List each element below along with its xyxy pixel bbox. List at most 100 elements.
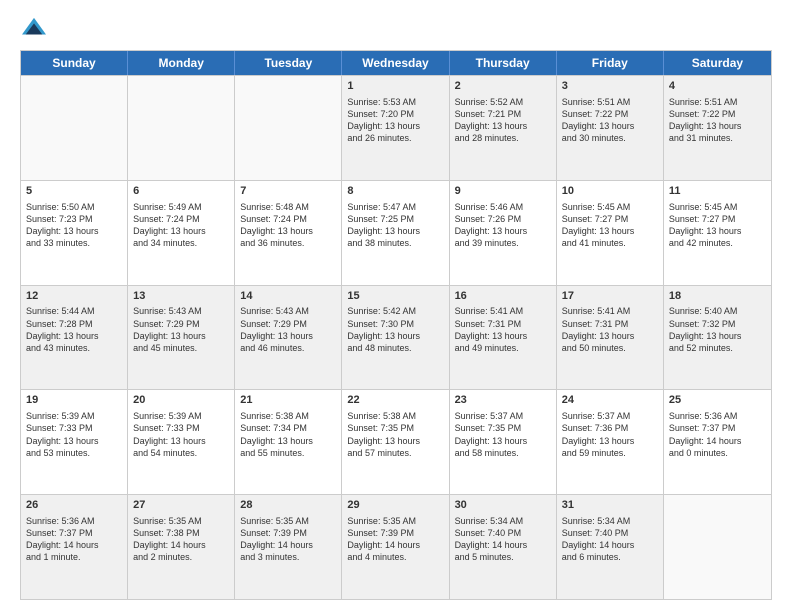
calendar-cell: 18Sunrise: 5:40 AM Sunset: 7:32 PM Dayli… [664, 286, 771, 390]
day-number: 15 [347, 289, 443, 304]
calendar-cell: 16Sunrise: 5:41 AM Sunset: 7:31 PM Dayli… [450, 286, 557, 390]
day-info: Sunrise: 5:47 AM Sunset: 7:25 PM Dayligh… [347, 201, 443, 250]
day-number: 12 [26, 289, 122, 304]
calendar-week-5: 26 Sunrise: 5:36 AM Sunset: 7:37 PM Dayli… [21, 494, 771, 599]
calendar-cell: 4 Sunrise: 5:51 AM Sunset: 7:22 PM Daylig… [664, 76, 771, 180]
day-number: 1 [347, 79, 443, 94]
calendar-cell [664, 495, 771, 599]
day-info: Sunrise: 5:37 AM Sunset: 7:35 PM Dayligh… [455, 410, 551, 459]
day-info: Sunrise: 5:50 AM Sunset: 7:23 PM Dayligh… [26, 201, 122, 250]
logo [20, 16, 52, 40]
day-info: Sunrise: 5:51 AM Sunset: 7:22 PM Dayligh… [562, 96, 658, 145]
day-number: 14 [240, 289, 336, 304]
calendar-cell: 2 Sunrise: 5:52 AM Sunset: 7:21 PM Daylig… [450, 76, 557, 180]
calendar-cell: 14Sunrise: 5:43 AM Sunset: 7:29 PM Dayli… [235, 286, 342, 390]
calendar-cell: 19 Sunrise: 5:39 AM Sunset: 7:33 PM Dayli… [21, 390, 128, 494]
day-number: 9 [455, 184, 551, 199]
day-number: 22 [347, 393, 443, 408]
day-info: Sunrise: 5:37 AM Sunset: 7:36 PM Dayligh… [562, 410, 658, 459]
calendar-header: SundayMondayTuesdayWednesdayThursdayFrid… [21, 51, 771, 75]
calendar-cell: 17Sunrise: 5:41 AM Sunset: 7:31 PM Dayli… [557, 286, 664, 390]
calendar-body: 1Sunrise: 5:53 AM Sunset: 7:20 PM Daylig… [21, 75, 771, 599]
day-info: Sunrise: 5:36 AM Sunset: 7:37 PM Dayligh… [669, 410, 766, 459]
weekday-header-tuesday: Tuesday [235, 51, 342, 75]
calendar-cell: 9 Sunrise: 5:46 AM Sunset: 7:26 PM Daylig… [450, 181, 557, 285]
calendar-cell: 26 Sunrise: 5:36 AM Sunset: 7:37 PM Dayli… [21, 495, 128, 599]
day-info: Sunrise: 5:38 AM Sunset: 7:34 PM Dayligh… [240, 410, 336, 459]
day-info: Sunrise: 5:49 AM Sunset: 7:24 PM Dayligh… [133, 201, 229, 250]
day-number: 29 [347, 498, 443, 513]
day-number: 20 [133, 393, 229, 408]
calendar-cell: 1Sunrise: 5:53 AM Sunset: 7:20 PM Daylig… [342, 76, 449, 180]
calendar-cell [235, 76, 342, 180]
day-info: Sunrise: 5:43 AM Sunset: 7:29 PM Dayligh… [240, 305, 336, 354]
calendar-cell: 31Sunrise: 5:34 AM Sunset: 7:40 PM Dayli… [557, 495, 664, 599]
calendar-cell: 8Sunrise: 5:47 AM Sunset: 7:25 PM Daylig… [342, 181, 449, 285]
day-number: 3 [562, 79, 658, 94]
calendar-cell: 7Sunrise: 5:48 AM Sunset: 7:24 PM Daylig… [235, 181, 342, 285]
day-info: Sunrise: 5:39 AM Sunset: 7:33 PM Dayligh… [133, 410, 229, 459]
day-info: Sunrise: 5:34 AM Sunset: 7:40 PM Dayligh… [562, 515, 658, 564]
header [20, 16, 772, 40]
day-number: 25 [669, 393, 766, 408]
day-number: 4 [669, 79, 766, 94]
day-info: Sunrise: 5:44 AM Sunset: 7:28 PM Dayligh… [26, 305, 122, 354]
weekday-header-monday: Monday [128, 51, 235, 75]
day-number: 16 [455, 289, 551, 304]
day-number: 2 [455, 79, 551, 94]
day-info: Sunrise: 5:46 AM Sunset: 7:26 PM Dayligh… [455, 201, 551, 250]
weekday-header-sunday: Sunday [21, 51, 128, 75]
day-number: 19 [26, 393, 122, 408]
weekday-header-thursday: Thursday [450, 51, 557, 75]
day-info: Sunrise: 5:48 AM Sunset: 7:24 PM Dayligh… [240, 201, 336, 250]
calendar-cell: 21 Sunrise: 5:38 AM Sunset: 7:34 PM Dayli… [235, 390, 342, 494]
day-info: Sunrise: 5:35 AM Sunset: 7:38 PM Dayligh… [133, 515, 229, 564]
calendar-week-4: 19 Sunrise: 5:39 AM Sunset: 7:33 PM Dayli… [21, 389, 771, 494]
day-info: Sunrise: 5:40 AM Sunset: 7:32 PM Dayligh… [669, 305, 766, 354]
day-number: 6 [133, 184, 229, 199]
weekday-header-saturday: Saturday [664, 51, 771, 75]
calendar-week-2: 5 Sunrise: 5:50 AM Sunset: 7:23 PM Daylig… [21, 180, 771, 285]
calendar-cell: 11 Sunrise: 5:45 AM Sunset: 7:27 PM Dayli… [664, 181, 771, 285]
calendar-cell: 10 Sunrise: 5:45 AM Sunset: 7:27 PM Dayli… [557, 181, 664, 285]
weekday-header-wednesday: Wednesday [342, 51, 449, 75]
calendar-week-3: 12Sunrise: 5:44 AM Sunset: 7:28 PM Dayli… [21, 285, 771, 390]
day-info: Sunrise: 5:45 AM Sunset: 7:27 PM Dayligh… [669, 201, 766, 250]
day-info: Sunrise: 5:39 AM Sunset: 7:33 PM Dayligh… [26, 410, 122, 459]
day-number: 26 [26, 498, 122, 513]
calendar-cell: 12Sunrise: 5:44 AM Sunset: 7:28 PM Dayli… [21, 286, 128, 390]
calendar-cell: 24Sunrise: 5:37 AM Sunset: 7:36 PM Dayli… [557, 390, 664, 494]
day-number: 28 [240, 498, 336, 513]
day-info: Sunrise: 5:38 AM Sunset: 7:35 PM Dayligh… [347, 410, 443, 459]
day-number: 10 [562, 184, 658, 199]
calendar-week-1: 1Sunrise: 5:53 AM Sunset: 7:20 PM Daylig… [21, 75, 771, 180]
calendar-cell: 13Sunrise: 5:43 AM Sunset: 7:29 PM Dayli… [128, 286, 235, 390]
calendar-cell: 22 Sunrise: 5:38 AM Sunset: 7:35 PM Dayli… [342, 390, 449, 494]
day-info: Sunrise: 5:34 AM Sunset: 7:40 PM Dayligh… [455, 515, 551, 564]
day-number: 17 [562, 289, 658, 304]
day-number: 21 [240, 393, 336, 408]
day-number: 13 [133, 289, 229, 304]
calendar-cell: 27Sunrise: 5:35 AM Sunset: 7:38 PM Dayli… [128, 495, 235, 599]
calendar-cell: 3 Sunrise: 5:51 AM Sunset: 7:22 PM Daylig… [557, 76, 664, 180]
day-info: Sunrise: 5:42 AM Sunset: 7:30 PM Dayligh… [347, 305, 443, 354]
weekday-header-friday: Friday [557, 51, 664, 75]
day-number: 5 [26, 184, 122, 199]
day-info: Sunrise: 5:35 AM Sunset: 7:39 PM Dayligh… [240, 515, 336, 564]
day-info: Sunrise: 5:36 AM Sunset: 7:37 PM Dayligh… [26, 515, 122, 564]
day-info: Sunrise: 5:51 AM Sunset: 7:22 PM Dayligh… [669, 96, 766, 145]
calendar: SundayMondayTuesdayWednesdayThursdayFrid… [20, 50, 772, 600]
calendar-cell: 25 Sunrise: 5:36 AM Sunset: 7:37 PM Dayli… [664, 390, 771, 494]
calendar-cell: 15Sunrise: 5:42 AM Sunset: 7:30 PM Dayli… [342, 286, 449, 390]
logo-icon [20, 16, 48, 40]
calendar-cell: 29Sunrise: 5:35 AM Sunset: 7:39 PM Dayli… [342, 495, 449, 599]
day-info: Sunrise: 5:45 AM Sunset: 7:27 PM Dayligh… [562, 201, 658, 250]
day-info: Sunrise: 5:52 AM Sunset: 7:21 PM Dayligh… [455, 96, 551, 145]
day-info: Sunrise: 5:41 AM Sunset: 7:31 PM Dayligh… [455, 305, 551, 354]
day-info: Sunrise: 5:41 AM Sunset: 7:31 PM Dayligh… [562, 305, 658, 354]
day-info: Sunrise: 5:43 AM Sunset: 7:29 PM Dayligh… [133, 305, 229, 354]
calendar-cell: 6 Sunrise: 5:49 AM Sunset: 7:24 PM Daylig… [128, 181, 235, 285]
calendar-cell: 5 Sunrise: 5:50 AM Sunset: 7:23 PM Daylig… [21, 181, 128, 285]
page: SundayMondayTuesdayWednesdayThursdayFrid… [0, 0, 792, 612]
day-number: 11 [669, 184, 766, 199]
